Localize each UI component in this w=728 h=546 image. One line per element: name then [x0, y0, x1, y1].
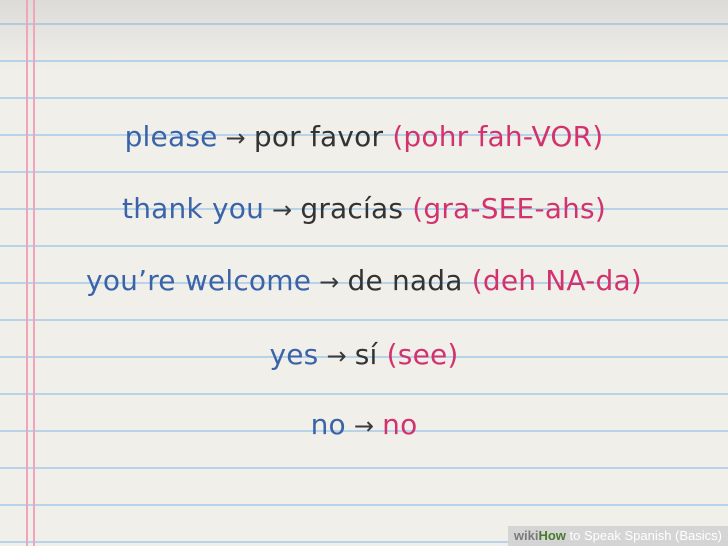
- arrow-icon: →: [225, 124, 246, 152]
- spanish-word: gracías: [300, 192, 404, 225]
- spanish-word: por favor: [253, 120, 384, 153]
- watermark-title: to Speak Spanish (Basics): [565, 528, 722, 543]
- watermark-wiki: wiki: [513, 528, 539, 543]
- pronunciation: no: [382, 408, 418, 441]
- pronunciation: (deh NA-da): [471, 264, 642, 297]
- phrase-row-please: please → por favor (pohr fah-VOR): [0, 120, 728, 155]
- english-word: please: [124, 120, 218, 153]
- pronunciation: (see): [386, 338, 459, 371]
- pronunciation: (pohr fah-VOR): [392, 120, 604, 153]
- arrow-icon: →: [326, 342, 347, 370]
- arrow-icon: →: [353, 412, 375, 440]
- watermark-how: How: [538, 528, 566, 543]
- arrow-icon: →: [319, 268, 340, 296]
- wikihow-watermark: wikiHow to Speak Spanish (Basics): [507, 526, 728, 546]
- phrase-list: please → por favor (pohr fah-VOR) thank yo…: [0, 0, 728, 546]
- english-word: yes: [269, 338, 319, 371]
- phrase-row-youre-welcome: you’re welcome → de nada (deh NA-da): [0, 264, 728, 299]
- english-word: no: [310, 408, 346, 441]
- phrase-row-yes: yes → sí (see): [0, 338, 728, 373]
- english-word: you’re welcome: [86, 264, 312, 297]
- spanish-word: sí: [354, 338, 378, 371]
- arrow-icon: →: [272, 196, 293, 224]
- spanish-word: de nada: [347, 264, 463, 297]
- phrase-row-thank-you: thank you → gracías (gra-SEE-ahs): [0, 192, 728, 227]
- phrase-row-no: no → no: [0, 408, 728, 443]
- pronunciation: (gra-SEE-ahs): [412, 192, 606, 225]
- english-word: thank you: [122, 192, 265, 225]
